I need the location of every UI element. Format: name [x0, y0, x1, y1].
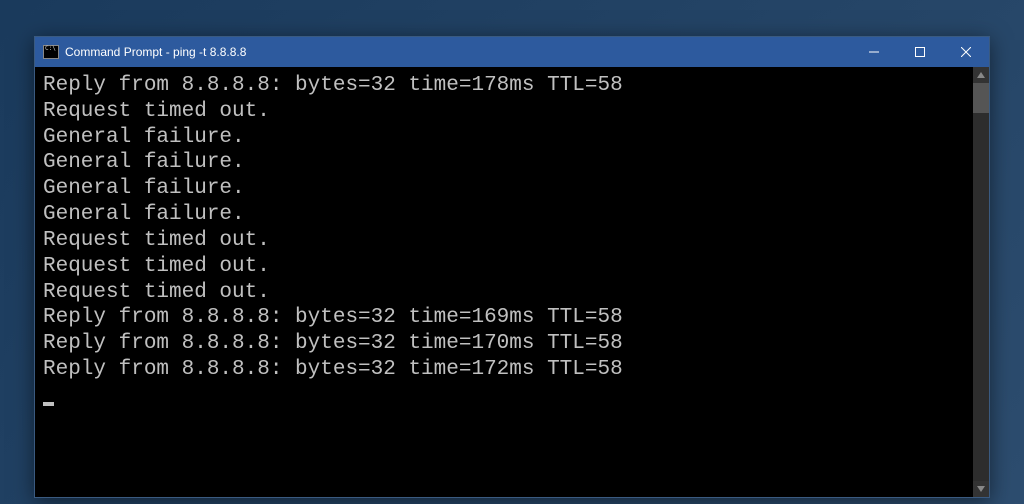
terminal-body[interactable]: Reply from 8.8.8.8: bytes=32 time=178ms …: [35, 67, 989, 497]
scroll-thumb[interactable]: [973, 83, 989, 113]
terminal-line: General failure.: [43, 203, 245, 226]
command-prompt-window: Command Prompt - ping -t 8.8.8.8 Reply f…: [34, 36, 990, 498]
terminal-line: Reply from 8.8.8.8: bytes=32 time=178ms …: [43, 74, 623, 97]
chevron-down-icon: [977, 486, 985, 492]
window-controls: [851, 37, 989, 67]
terminal-line: Reply from 8.8.8.8: bytes=32 time=169ms …: [43, 306, 623, 329]
terminal-line: General failure.: [43, 151, 245, 174]
terminal-line: Request timed out.: [43, 255, 270, 278]
close-button[interactable]: [943, 37, 989, 67]
scroll-up-button[interactable]: [973, 67, 989, 83]
terminal-line: Reply from 8.8.8.8: bytes=32 time=170ms …: [43, 332, 623, 355]
terminal-line: Reply from 8.8.8.8: bytes=32 time=172ms …: [43, 358, 623, 381]
cmd-icon: [43, 45, 59, 59]
chevron-up-icon: [977, 72, 985, 78]
terminal-line: Request timed out.: [43, 100, 270, 123]
terminal-line: Request timed out.: [43, 281, 270, 304]
scrollbar[interactable]: [973, 67, 989, 497]
close-icon: [961, 47, 971, 57]
terminal-output: Reply from 8.8.8.8: bytes=32 time=178ms …: [43, 73, 981, 409]
terminal-line: Request timed out.: [43, 229, 270, 252]
terminal-line: General failure.: [43, 126, 245, 149]
window-title: Command Prompt - ping -t 8.8.8.8: [65, 45, 851, 59]
titlebar[interactable]: Command Prompt - ping -t 8.8.8.8: [35, 37, 989, 67]
maximize-button[interactable]: [897, 37, 943, 67]
scroll-down-button[interactable]: [973, 481, 989, 497]
minimize-button[interactable]: [851, 37, 897, 67]
minimize-icon: [869, 47, 879, 57]
terminal-line: General failure.: [43, 177, 245, 200]
cursor: [43, 402, 54, 406]
maximize-icon: [915, 47, 925, 57]
